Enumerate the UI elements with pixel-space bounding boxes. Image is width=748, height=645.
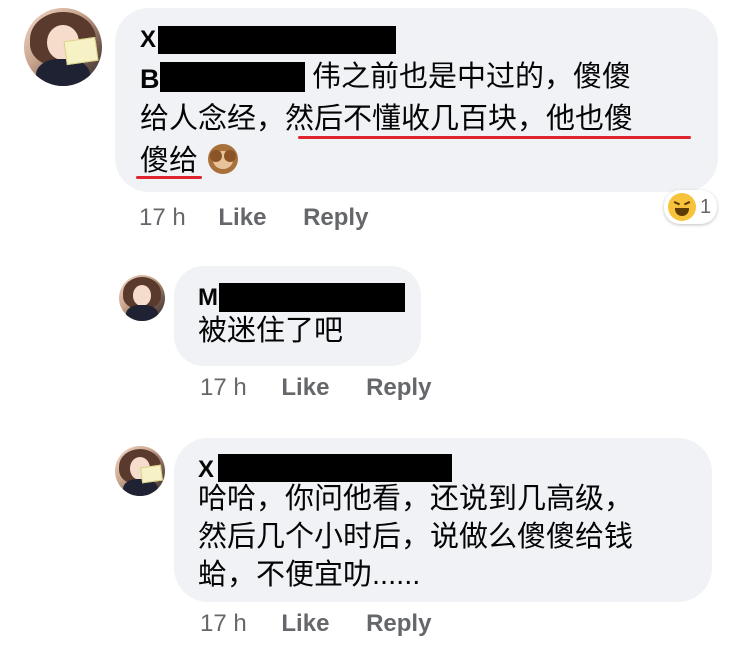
reply-button[interactable]: Reply	[303, 204, 368, 231]
reaction-count: 1	[700, 195, 712, 218]
comment-time[interactable]: 17 h	[139, 204, 186, 231]
comment-author-initial[interactable]: M	[198, 284, 218, 312]
comment-text-line: 然后几个小时后，说做么傻傻给钱	[198, 521, 634, 553]
comment-text-underlined: 然后不懂收几百块，他也傻	[285, 103, 634, 135]
mention-initial[interactable]: B	[140, 64, 160, 94]
comment-text-line: 被迷住了吧	[198, 315, 344, 347]
avatar[interactable]	[115, 446, 165, 496]
comment-text-plain: 给人念经，	[140, 103, 286, 135]
reaction-badge[interactable]: 1	[664, 190, 718, 224]
avatar[interactable]	[119, 275, 165, 321]
like-button[interactable]: Like	[218, 204, 266, 231]
comment-text-line: 哈哈，你问他看，还说到几高级，	[198, 483, 634, 515]
comment-author-initial[interactable]: X	[140, 26, 156, 54]
comment-meta: 17 h Like Reply	[200, 374, 431, 402]
avatar-body	[35, 59, 91, 86]
laughing-face-icon	[668, 193, 696, 221]
comment-text-underlined: 傻给	[140, 145, 199, 177]
comment-time[interactable]: 17 h	[200, 610, 247, 637]
see-no-evil-monkey-icon	[206, 142, 240, 176]
redacted-author-name	[158, 26, 396, 54]
avatar-card	[139, 464, 164, 484]
avatar[interactable]	[24, 8, 102, 86]
comment-meta: 17 h Like Reply	[200, 610, 431, 638]
red-underline	[136, 176, 202, 179]
comment-text-line: 蛤，不便宜叻......	[198, 559, 421, 591]
redacted-mention	[160, 62, 305, 92]
reply-button[interactable]: Reply	[366, 610, 431, 637]
red-underline	[298, 136, 691, 139]
avatar-card	[63, 37, 98, 66]
redacted-author-name	[219, 283, 405, 312]
avatar-body	[125, 305, 159, 321]
like-button[interactable]: Like	[281, 610, 329, 637]
comment-text-line: 伟之前也是中过的，傻傻	[312, 61, 632, 93]
reply-button[interactable]: Reply	[366, 374, 431, 401]
comment-text-line: 给人念经，然后不懂收几百块，他也傻	[140, 98, 633, 140]
like-button[interactable]: Like	[281, 374, 329, 401]
comment-meta: 17 h Like Reply	[139, 204, 368, 232]
avatar-face	[132, 285, 152, 306]
comment-time[interactable]: 17 h	[200, 374, 247, 401]
